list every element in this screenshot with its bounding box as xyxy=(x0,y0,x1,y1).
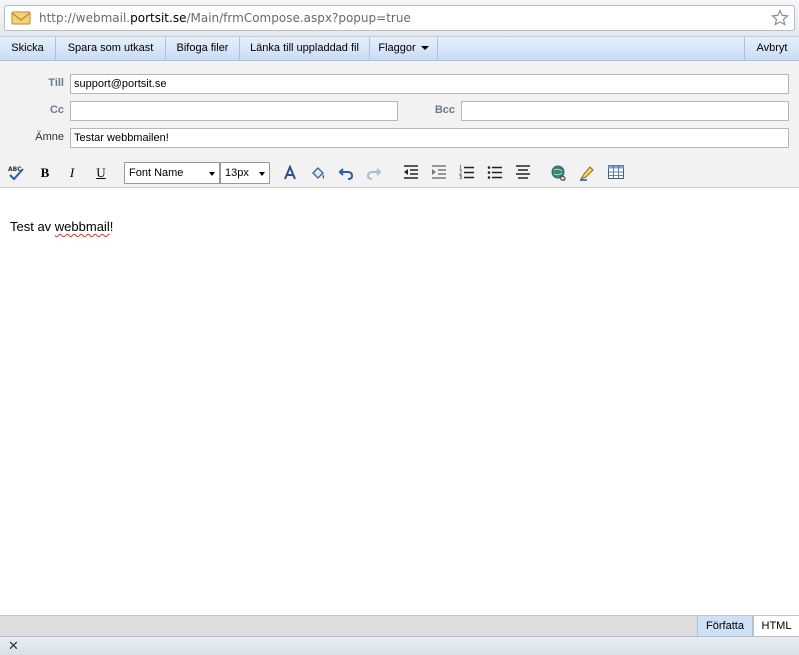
unordered-list-icon xyxy=(485,165,505,179)
ordered-list-icon: 123 xyxy=(457,165,477,179)
spellcheck-button[interactable]: ABC xyxy=(6,164,26,182)
bookmark-star-icon[interactable] xyxy=(771,9,789,27)
remove-format-button[interactable] xyxy=(577,164,597,182)
browser-address-bar: http://webmail.portsit.se/Main/frmCompos… xyxy=(0,0,799,37)
font-size-select[interactable]: 13px xyxy=(220,162,270,184)
outdent-icon xyxy=(401,165,421,179)
flags-menu-button[interactable]: Flaggor xyxy=(370,37,438,60)
indent-icon xyxy=(429,165,449,179)
editor-mode-bar: Författa HTML xyxy=(0,615,799,636)
to-label: Till xyxy=(48,77,64,89)
justify-icon xyxy=(513,165,533,179)
tab-compose[interactable]: Författa xyxy=(697,616,753,636)
redo-button[interactable] xyxy=(364,164,384,182)
insert-table-button[interactable] xyxy=(606,164,626,182)
bcc-field[interactable] xyxy=(461,101,789,121)
font-color-icon xyxy=(280,165,300,181)
insert-link-icon xyxy=(550,165,570,181)
font-name-select[interactable]: Font Name xyxy=(124,162,220,184)
attach-files-button[interactable]: Bifoga filer xyxy=(166,37,240,60)
mail-envelope-icon xyxy=(11,10,31,26)
undo-button[interactable] xyxy=(336,164,356,182)
compose-toolbar: Skicka Spara som utkast Bifoga filer Län… xyxy=(0,37,799,61)
undo-icon xyxy=(336,165,356,181)
cc-label: Cc xyxy=(49,104,64,116)
indent-button[interactable] xyxy=(429,164,449,182)
subject-label: Ämne xyxy=(35,131,64,143)
subject-field[interactable] xyxy=(70,128,789,148)
bcc-label: Bcc xyxy=(434,104,455,116)
unordered-list-button[interactable] xyxy=(485,164,505,182)
insert-link-button[interactable] xyxy=(550,164,570,182)
highlight-color-icon xyxy=(308,165,328,181)
font-size-value: 13px xyxy=(225,167,249,179)
message-header-fields: Till Cc Bcc Ämne xyxy=(0,61,799,158)
bold-button[interactable]: B xyxy=(35,164,55,182)
font-name-value: Font Name xyxy=(129,167,184,179)
link-uploaded-file-button[interactable]: Länka till uppladdad fil xyxy=(240,37,370,60)
status-bar: ✕ xyxy=(0,636,799,655)
cancel-button[interactable]: Avbryt xyxy=(744,37,799,60)
message-body-text: Test av webbmail! xyxy=(10,219,114,234)
url-text: http://webmail.portsit.se/Main/frmCompos… xyxy=(39,11,411,25)
highlight-color-button[interactable] xyxy=(308,164,328,182)
tab-html[interactable]: HTML xyxy=(753,616,799,636)
send-button[interactable]: Skicka xyxy=(0,37,56,60)
chevron-down-icon xyxy=(420,46,429,51)
underline-button[interactable]: U xyxy=(91,164,111,182)
formatting-toolbar: ABC B I U Font Name 13px 1 2 3 xyxy=(0,158,799,188)
spellcheck-icon: ABC xyxy=(6,165,26,181)
redo-icon xyxy=(364,165,384,181)
font-color-button[interactable] xyxy=(280,164,300,182)
justify-button[interactable] xyxy=(513,164,533,182)
close-icon[interactable]: ✕ xyxy=(8,638,19,654)
insert-table-icon xyxy=(606,165,626,179)
italic-button[interactable]: I xyxy=(62,164,82,182)
outdent-button[interactable] xyxy=(401,164,421,182)
misspelled-word: webbmail xyxy=(54,219,110,234)
svg-text:3: 3 xyxy=(459,175,462,179)
chevron-down-icon xyxy=(259,172,265,176)
remove-format-icon xyxy=(577,165,597,181)
save-draft-button[interactable]: Spara som utkast xyxy=(56,37,166,60)
cc-field[interactable] xyxy=(70,101,398,121)
flags-label: Flaggor xyxy=(378,42,416,54)
chevron-down-icon xyxy=(209,172,215,176)
ordered-list-button[interactable]: 123 xyxy=(457,164,477,182)
to-field[interactable] xyxy=(70,74,789,94)
url-field[interactable]: http://webmail.portsit.se/Main/frmCompos… xyxy=(4,5,795,31)
message-body-editor[interactable]: Test av webbmail! xyxy=(0,189,799,615)
